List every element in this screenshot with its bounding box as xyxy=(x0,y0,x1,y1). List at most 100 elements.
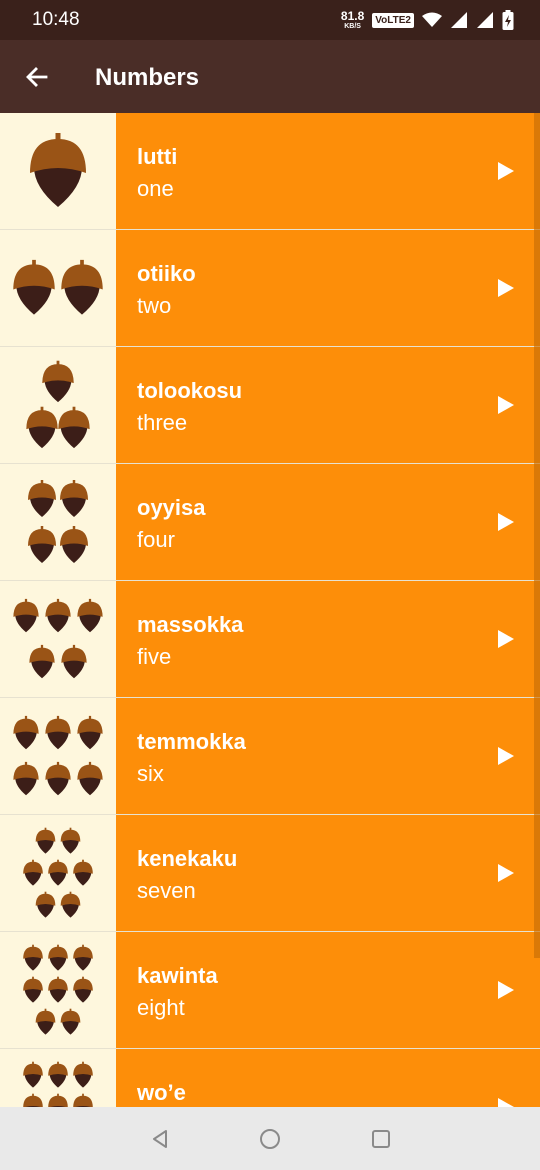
status-icons: 81.8 KB/S VoLTE2 xyxy=(341,6,514,34)
english-translation: eight xyxy=(137,995,185,1020)
play-icon[interactable] xyxy=(498,396,514,414)
acorn-count-image xyxy=(0,581,116,698)
miwok-word: kenekaku xyxy=(137,846,238,871)
acorn-icon xyxy=(45,598,71,633)
wifi-icon xyxy=(422,12,442,27)
acorn-icon xyxy=(48,1061,68,1088)
acorn-count-image xyxy=(0,815,116,932)
acorn-icon xyxy=(42,360,74,403)
battery-charging-icon xyxy=(502,10,514,30)
acorn-icon xyxy=(61,259,103,315)
nav-recents-button[interactable] xyxy=(367,1125,395,1153)
acorn-icon xyxy=(60,480,88,517)
english-translation: seven xyxy=(137,878,196,903)
acorn-icon xyxy=(30,133,86,207)
acorn-icon xyxy=(61,644,87,679)
acorn-icon xyxy=(73,859,93,886)
list-item[interactable]: tolookosu three xyxy=(0,347,540,464)
acorn-icon xyxy=(60,1008,81,1035)
acorn-icon xyxy=(77,715,103,750)
list-item[interactable]: otiiko two xyxy=(0,230,540,347)
app-bar: Numbers xyxy=(0,40,540,113)
acorn-count-image xyxy=(0,932,116,1049)
acorn-count-image xyxy=(0,347,116,464)
acorn-icon xyxy=(73,976,93,1003)
status-bar: 10:48 81.8 KB/S VoLTE2 xyxy=(0,0,540,40)
play-icon[interactable] xyxy=(498,747,514,765)
acorn-icon xyxy=(77,598,103,633)
acorn-icon xyxy=(48,859,68,886)
status-time: 10:48 xyxy=(32,9,80,30)
acorn-icon xyxy=(23,944,43,971)
english-translation: three xyxy=(137,410,188,435)
acorn-icon xyxy=(13,598,39,633)
miwok-word: oyyisa xyxy=(137,495,206,520)
acorn-icon xyxy=(23,976,43,1003)
page-title: Numbers xyxy=(95,64,200,91)
english-translation: four xyxy=(137,527,175,552)
list-item[interactable]: kenekaku seven xyxy=(0,815,540,932)
signal-icon xyxy=(477,12,493,28)
play-icon[interactable] xyxy=(498,279,514,297)
acorn-count-image xyxy=(0,230,116,347)
recents-square-icon xyxy=(372,1130,390,1148)
english-translation: five xyxy=(137,644,172,669)
acorn-icon xyxy=(13,715,39,750)
play-icon[interactable] xyxy=(498,630,514,648)
play-icon[interactable] xyxy=(498,513,514,531)
miwok-word: lutti xyxy=(137,144,178,169)
list-item[interactable]: kawinta eight xyxy=(0,932,540,1049)
list-item[interactable]: oyyisa four xyxy=(0,464,540,581)
back-button[interactable] xyxy=(18,58,56,96)
acorn-icon xyxy=(28,526,56,563)
volte-badge: VoLTE2 xyxy=(372,12,414,28)
acorn-icon xyxy=(13,761,39,796)
play-icon[interactable] xyxy=(498,981,514,999)
miwok-word: massokka xyxy=(137,612,244,637)
acorn-icon xyxy=(48,944,68,971)
acorn-icon xyxy=(45,715,71,750)
list-item[interactable]: temmokka six xyxy=(0,698,540,815)
network-speed-unit: KB/S xyxy=(344,23,361,30)
miwok-word: tolookosu xyxy=(137,378,243,403)
miwok-word: otiiko xyxy=(137,261,196,286)
nav-home-button[interactable] xyxy=(256,1125,284,1153)
acorn-icon xyxy=(35,891,56,918)
acorn-icon xyxy=(28,480,56,517)
acorn-icon xyxy=(29,644,55,679)
list-item[interactable]: massokka five xyxy=(0,581,540,698)
play-icon[interactable] xyxy=(498,1098,514,1107)
list-item[interactable]: wo’e xyxy=(0,1049,540,1107)
miwok-word: kawinta xyxy=(137,963,218,988)
scrollbar[interactable] xyxy=(534,113,540,958)
back-triangle-icon xyxy=(153,1130,167,1148)
acorn-count-image xyxy=(0,698,116,815)
acorn-count-image xyxy=(0,113,116,230)
english-translation: one xyxy=(137,176,174,201)
acorn-icon xyxy=(58,406,90,449)
miwok-word: temmokka xyxy=(137,729,246,754)
english-translation: six xyxy=(137,761,164,786)
acorn-icon xyxy=(13,259,55,315)
acorn-icon xyxy=(60,526,88,563)
signal-icon xyxy=(451,12,467,28)
acorn-icon xyxy=(23,1093,43,1107)
acorn-icon xyxy=(73,944,93,971)
acorn-icon xyxy=(35,1008,56,1035)
acorn-icon xyxy=(73,1093,93,1107)
play-icon[interactable] xyxy=(498,162,514,180)
acorn-icon xyxy=(48,976,68,1003)
acorn-icon xyxy=(48,1093,68,1107)
list-item[interactable]: lutti one xyxy=(0,113,540,230)
word-list[interactable]: lutti one otiiko two tolookosu three oyyisa fou… xyxy=(0,113,540,1107)
home-circle-icon xyxy=(260,1129,280,1149)
acorn-icon xyxy=(77,761,103,796)
acorn-icon xyxy=(26,406,58,449)
acorn-count-image xyxy=(0,1049,116,1107)
arrow-back-icon xyxy=(26,67,48,87)
english-translation: two xyxy=(137,293,172,318)
acorn-icon xyxy=(45,761,71,796)
acorn-icon xyxy=(35,827,56,854)
nav-back-button[interactable] xyxy=(146,1125,174,1153)
play-icon[interactable] xyxy=(498,864,514,882)
